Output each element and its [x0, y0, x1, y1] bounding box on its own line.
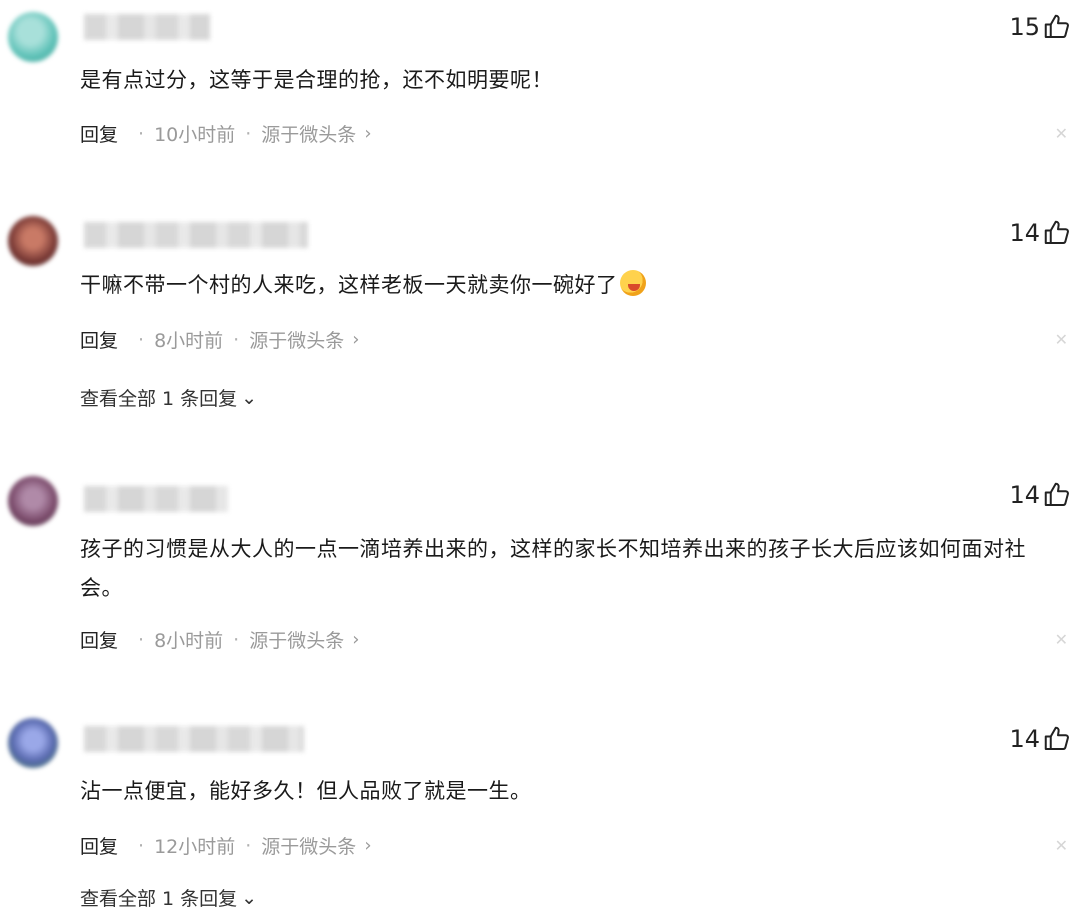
thumbs-up-icon — [1044, 482, 1069, 506]
chevron-right-icon: › — [364, 835, 372, 856]
timestamp: 10小时前 — [154, 124, 236, 146]
comment-meta: 回复 · 8小时前 · 源于微头条 › — [80, 626, 359, 653]
reply-button[interactable]: 回复 — [80, 832, 118, 859]
username-blurred[interactable] — [84, 14, 210, 40]
timestamp: 8小时前 — [154, 630, 224, 652]
close-icon[interactable]: ✕ — [1055, 124, 1068, 143]
like-button[interactable]: 14 — [1009, 480, 1072, 510]
separator: · — [138, 328, 145, 351]
separator: · — [138, 628, 145, 651]
separator: · — [233, 628, 240, 651]
close-icon[interactable]: ✕ — [1055, 630, 1068, 649]
separator: · — [233, 328, 240, 351]
comment-meta: 回复 · 8小时前 · 源于微头条 › — [80, 326, 359, 353]
comment-text: 是有点过分，这等于是合理的抢，还不如明要呢！ — [80, 68, 553, 92]
comment-meta: 回复 · 12小时前 · 源于微头条 › — [80, 832, 372, 859]
like-button[interactable]: 14 — [1009, 724, 1072, 754]
comment-meta: 回复 · 10小时前 · 源于微头条 › — [80, 120, 372, 147]
like-button[interactable]: 14 — [1009, 218, 1072, 248]
reply-button[interactable]: 回复 — [80, 626, 118, 653]
separator: · — [245, 834, 252, 857]
like-button[interactable]: 15 — [1009, 12, 1072, 42]
source-link[interactable]: 源于微头条 — [261, 120, 356, 147]
timestamp: 12小时前 — [154, 836, 236, 858]
chevron-right-icon: › — [352, 629, 360, 650]
source-link[interactable]: 源于微头条 — [261, 832, 356, 859]
reply-button[interactable]: 回复 — [80, 326, 118, 353]
chevron-down-icon: ⌄ — [241, 386, 258, 409]
avatar[interactable] — [8, 12, 58, 62]
avatar[interactable] — [8, 216, 58, 266]
thumbs-up-icon — [1044, 14, 1069, 38]
like-count: 14 — [1009, 725, 1040, 753]
username-blurred[interactable] — [84, 726, 304, 752]
username-blurred[interactable] — [84, 486, 228, 512]
source-link[interactable]: 源于微头条 — [249, 626, 344, 653]
close-icon[interactable]: ✕ — [1055, 836, 1068, 855]
separator: · — [138, 122, 145, 145]
comment-text: 孩子的习惯是从大人的一点一滴培养出来的，这样的家长不知培养出来的孩子长大后应该如… — [80, 537, 1026, 600]
like-count: 15 — [1009, 13, 1040, 41]
chevron-right-icon: › — [364, 123, 372, 144]
separator: · — [245, 122, 252, 145]
timestamp: 8小时前 — [154, 330, 224, 352]
source-link[interactable]: 源于微头条 — [249, 326, 344, 353]
reply-button[interactable]: 回复 — [80, 120, 118, 147]
comment-text: 干嘛不带一个村的人来吃，这样老板一天就卖你一碗好了 — [80, 266, 1060, 305]
view-all-label: 查看全部 1 条回复 — [80, 888, 238, 910]
like-count: 14 — [1009, 219, 1040, 247]
username-blurred[interactable] — [84, 222, 308, 248]
view-all-label: 查看全部 1 条回复 — [80, 388, 238, 410]
separator: · — [138, 834, 145, 857]
view-all-replies[interactable]: 查看全部 1 条回复 ⌄ — [80, 384, 257, 411]
chevron-down-icon: ⌄ — [241, 886, 258, 909]
comment-text: 沾一点便宜，能好多久！但人品败了就是一生。 — [80, 779, 532, 803]
comment-text-body: 干嘛不带一个村的人来吃，这样老板一天就卖你一碗好了 — [80, 273, 618, 297]
view-all-replies[interactable]: 查看全部 1 条回复 ⌄ — [80, 884, 257, 911]
avatar[interactable] — [8, 476, 58, 526]
avatar[interactable] — [8, 718, 58, 768]
thumbs-up-icon — [1044, 220, 1069, 244]
like-count: 14 — [1009, 481, 1040, 509]
close-icon[interactable]: ✕ — [1055, 330, 1068, 349]
laughing-emoji-icon — [619, 270, 646, 296]
thumbs-up-icon — [1044, 726, 1069, 750]
chevron-right-icon: › — [352, 329, 360, 350]
